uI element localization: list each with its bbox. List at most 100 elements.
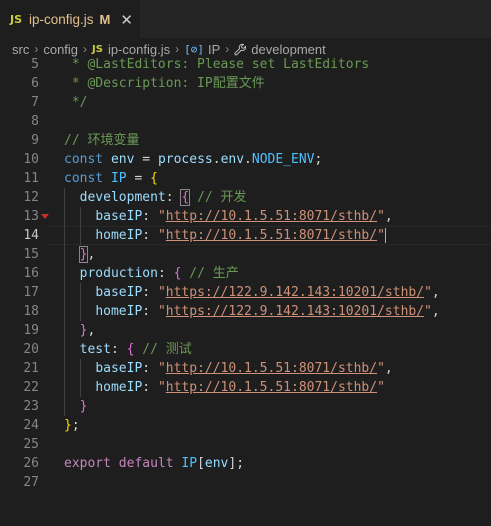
indent-guide xyxy=(79,207,81,245)
code-line: 9 // 环境变量 xyxy=(0,131,491,150)
code-line: 14 homeIP: "http://10.1.5.51:8071/sthb/" xyxy=(0,226,491,245)
code-token: env xyxy=(110,152,135,167)
code-token: https://122.9.142.143:10201/sthb/ xyxy=(165,285,425,300)
indent-guide xyxy=(79,283,81,321)
code-token: " xyxy=(157,361,166,376)
code-text: const env = process.env.NODE_ENV; xyxy=(64,150,322,169)
code-token: [ xyxy=(197,456,205,471)
code-token: // 环境变量 xyxy=(64,133,140,148)
code-token: process xyxy=(157,152,213,167)
variable-icon: [⊘] xyxy=(184,42,204,56)
code-line: 5 * @LastEditors: Please set LastEditors xyxy=(0,55,491,74)
code-line: 6 * @Description: IP配置文件 xyxy=(0,74,491,93)
code-text: development: { // 开发 xyxy=(64,188,247,207)
code-token: . xyxy=(244,152,252,167)
line-number: 17 xyxy=(23,285,39,300)
chevron-right-icon: › xyxy=(83,42,88,56)
code-token: * @LastEditors: Please set LastEditors xyxy=(64,57,370,72)
code-text: */ xyxy=(64,93,88,112)
code-line: 16 production: { // 生产 xyxy=(0,264,491,283)
code-line: 23 } xyxy=(0,397,491,416)
code-line: 15 }, xyxy=(0,245,491,264)
code-token: http://10.1.5.51:8071/sthb/ xyxy=(165,380,378,395)
wrench-icon xyxy=(234,43,247,55)
line-number: 18 xyxy=(23,304,39,319)
line-number: 19 xyxy=(23,323,39,338)
code-token: ]; xyxy=(228,456,245,471)
line-number: 7 xyxy=(31,95,39,110)
code-token: , xyxy=(431,304,440,319)
code-token: // 生产 xyxy=(189,266,239,281)
editor-tab-ip-config[interactable]: JS ip-config.js M ✕ xyxy=(0,0,140,38)
code-token: NODE_ENV xyxy=(251,152,315,167)
code-token: , xyxy=(87,323,96,338)
code-token: http://10.1.5.51:8071/sthb/ xyxy=(165,361,378,376)
code-token: development xyxy=(79,190,166,205)
code-line: 19 }, xyxy=(0,321,491,340)
code-line: 11 const IP = { xyxy=(0,169,491,188)
line-number: 12 xyxy=(23,190,39,205)
code-token: http://10.1.5.51:8071/sthb/ xyxy=(165,228,378,243)
code-token: , xyxy=(87,247,96,262)
code-token: : xyxy=(157,266,174,281)
code-token: , xyxy=(384,361,393,376)
code-text: * @LastEditors: Please set LastEditors xyxy=(64,55,369,74)
code-line: 24}; xyxy=(0,416,491,435)
code-token: const xyxy=(64,152,111,167)
code-token: " xyxy=(157,209,166,224)
code-token: baseIP xyxy=(95,285,143,300)
code-token: * @Description: IP配置文件 xyxy=(64,76,265,91)
code-token: https://122.9.142.143:10201/sthb/ xyxy=(165,304,425,319)
code-text: baseIP: "https://122.9.142.143:10201/sth… xyxy=(64,283,440,302)
code-token: " xyxy=(377,380,385,395)
close-icon[interactable]: ✕ xyxy=(120,11,133,29)
code-token: " xyxy=(377,209,385,224)
line-number: 14 xyxy=(23,228,39,243)
code-token: : xyxy=(142,361,158,376)
code-text: const IP = { xyxy=(64,169,158,188)
code-token: } xyxy=(79,399,88,414)
code-token: = xyxy=(134,152,158,167)
code-token: : xyxy=(142,285,158,300)
code-text: homeIP: "http://10.1.5.51:8071/sthb/" xyxy=(64,378,385,397)
breakpoint-marker-icon[interactable] xyxy=(41,214,49,219)
code-line: 10 const env = process.env.NODE_ENV; xyxy=(0,150,491,169)
javascript-file-icon: JS xyxy=(10,13,23,26)
code-token: ; xyxy=(71,418,80,433)
code-token: env xyxy=(220,152,245,167)
code-line: 17 baseIP: "https://122.9.142.143:10201/… xyxy=(0,283,491,302)
code-token: " xyxy=(377,228,385,243)
code-token: { xyxy=(150,171,158,186)
code-line: 7 */ xyxy=(0,93,491,112)
code-editor[interactable]: 5 * @LastEditors: Please set LastEditors… xyxy=(0,55,491,526)
code-token: // 开发 xyxy=(197,190,247,205)
code-token: ; xyxy=(314,152,323,167)
code-token: . xyxy=(212,152,221,167)
line-number: 20 xyxy=(23,342,39,357)
code-token: const xyxy=(64,171,111,186)
code-token: " xyxy=(424,304,432,319)
code-text: export default IP[env]; xyxy=(64,454,244,473)
code-token: " xyxy=(157,285,166,300)
line-number: 23 xyxy=(23,399,39,414)
code-token: = xyxy=(126,171,151,186)
code-token: , xyxy=(431,285,440,300)
code-token: : xyxy=(142,228,158,243)
code-token: : xyxy=(142,209,158,224)
code-line: 12 development: { // 开发 xyxy=(0,188,491,207)
code-text: }; xyxy=(64,416,80,435)
code-text: }, xyxy=(64,245,95,264)
line-number: 5 xyxy=(31,57,39,72)
code-token: , xyxy=(384,209,393,224)
line-number: 13 xyxy=(23,209,39,224)
code-token: homeIP xyxy=(95,380,143,395)
code-token: : xyxy=(142,304,158,319)
text-cursor xyxy=(384,228,386,243)
code-line: 26 export default IP[env]; xyxy=(0,454,491,473)
code-text: homeIP: "https://122.9.142.143:10201/sth… xyxy=(64,302,440,321)
